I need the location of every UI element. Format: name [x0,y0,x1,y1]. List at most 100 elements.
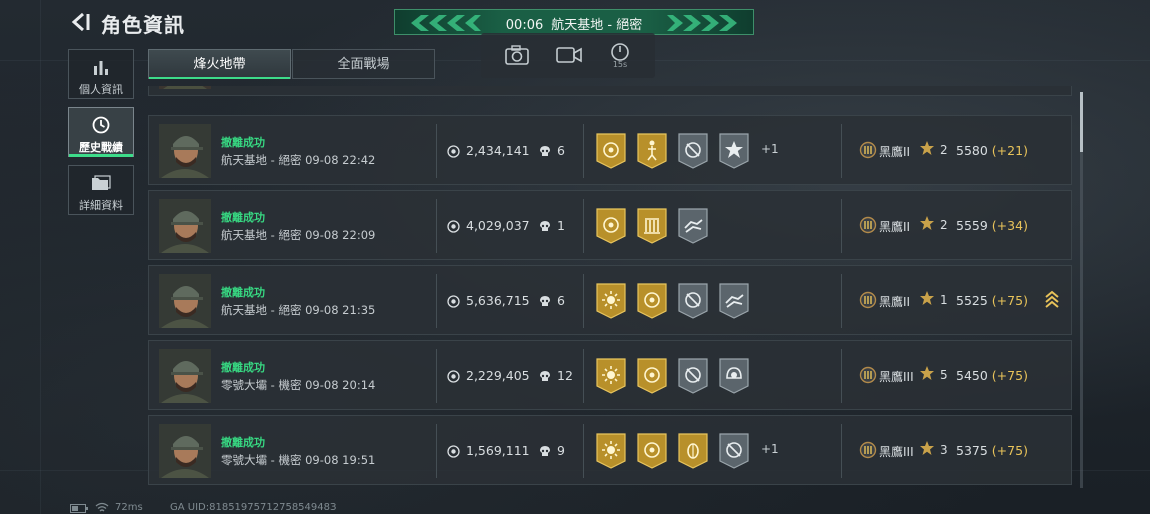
match-map-time: 零號大壩 - 機密 09-08 19:51 [221,453,376,467]
list-item[interactable] [148,86,1072,96]
more-badges[interactable]: +1 [761,442,779,456]
ping-readout: 72ms [115,502,143,513]
gray-helmet-badge-icon[interactable] [718,358,750,394]
skull-icon [540,296,550,306]
gold-pillars-badge-icon[interactable] [636,208,668,244]
match-kills: 12 [539,368,573,383]
star-icon [920,216,934,230]
kills-value: 9 [557,443,565,458]
match-money: 2,229,405 [447,368,530,383]
gold-emblem-badge-icon[interactable] [636,358,668,394]
gray-crosshair-badge-icon[interactable] [718,433,750,469]
coin-icon [447,370,460,383]
score-delta: +21 [996,143,1024,158]
gold-emblem-badge-icon[interactable] [595,208,627,244]
score-value: 5375 [956,443,988,458]
sidebar-item-profile[interactable]: 個人資訊 [68,49,134,99]
gold-emblem-badge-icon[interactable] [636,283,668,319]
timer-icon[interactable] [610,42,630,62]
divider [583,349,584,403]
folder-icon [92,175,111,190]
gold-sun-badge-icon[interactable] [595,433,627,469]
coin-icon [447,220,460,233]
gray-star-badge-icon[interactable] [718,133,750,169]
money-value: 1,569,111 [466,443,530,458]
gold-emblem-badge-icon[interactable] [595,133,627,169]
operator-avatar [159,274,211,328]
gold-sun-badge-icon[interactable] [595,358,627,394]
coin-icon [447,145,460,158]
rank-name: 黑鷹III [879,370,914,384]
match-row[interactable]: 撤離成功 零號大壩 - 機密 09-08 19:51 1,569,111 9 +… [148,415,1072,485]
kills-value: 6 [557,293,565,308]
match-history-list[interactable]: 撤離成功 航天基地 - 絕密 09-08 22:42 2,434,141 6 +… [148,86,1074,490]
match-row[interactable]: 撤離成功 零號大壩 - 機密 09-08 20:14 2,229,405 12 … [148,340,1072,410]
match-kills: 6 [539,143,565,158]
gray-hands-badge-icon[interactable] [677,208,709,244]
divider [841,274,842,328]
coin-icon [447,445,460,458]
match-row[interactable]: 撤離成功 航天基地 - 絕密 09-08 22:09 4,029,037 1 黑… [148,190,1072,260]
sidebar-item-details[interactable]: 詳細資料 [68,165,134,215]
back-arrow-icon[interactable] [68,10,92,34]
gold-emblem-badge-icon[interactable] [636,433,668,469]
divider [436,349,437,403]
match-kills: 9 [539,443,565,458]
divider [436,424,437,478]
rank-insignia-icon [859,291,877,309]
money-value: 5,636,715 [466,293,530,308]
page-title: 角色資訊 [101,13,185,37]
match-row[interactable]: 撤離成功 航天基地 - 絕密 09-08 21:35 5,636,715 6 黑… [148,265,1072,335]
match-status-banner: 00:06 航天基地 - 絕密 [394,9,754,35]
rank-name: 黑鷹II [879,295,911,309]
operator-avatar [159,124,211,178]
match-map-time: 航天基地 - 絕密 09-08 22:42 [221,153,376,167]
score-delta: +75 [996,368,1024,383]
gold-bug-badge-icon[interactable] [677,433,709,469]
rank-score: 5559 (+34) [956,218,1028,233]
video-icon[interactable] [556,45,582,65]
gold-figure-badge-icon[interactable] [636,133,668,169]
score-delta: +34 [996,218,1024,233]
scrollbar-thumb[interactable] [1080,92,1083,152]
score-value: 5525 [956,293,988,308]
sidebar-item-label: 歷史戰績 [79,141,123,154]
media-toolbar: 15s [481,33,655,78]
match-map-time: 航天基地 - 絕密 09-08 22:09 [221,228,376,242]
sidebar-item-history[interactable]: 歷史戰績 [68,107,134,157]
rank-score: 5580 (+21) [956,143,1028,158]
skull-icon [540,146,550,156]
operator-avatar [159,349,211,403]
divider [436,274,437,328]
score-delta: +75 [996,293,1024,308]
bg-gridline [40,0,41,514]
camera-icon[interactable] [505,45,529,65]
star-icon [920,291,934,305]
rank-insignia-icon [859,141,877,159]
gray-hands-badge-icon[interactable] [718,283,750,319]
match-result: 撤離成功 [221,136,265,149]
rank-score: 5375 (+75) [956,443,1028,458]
gold-sun-badge-icon[interactable] [595,283,627,319]
match-result: 撤離成功 [221,436,265,449]
battery-icon [70,504,88,513]
tab-full-battlefield[interactable]: 全面戰場 [292,49,435,79]
match-result: 撤離成功 [221,211,265,224]
match-map-time: 零號大壩 - 機密 09-08 20:14 [221,378,376,392]
match-money: 2,434,141 [447,143,530,158]
kills-value: 6 [557,143,565,158]
gray-crosshair-badge-icon[interactable] [677,358,709,394]
sidebar-item-label: 詳細資料 [79,199,123,212]
tab-operations-zone[interactable]: 烽火地帶 [148,49,291,79]
rank-insignia-icon [859,441,877,459]
gray-crosshair-badge-icon[interactable] [677,283,709,319]
rank-up-chevrons-icon [1045,290,1059,308]
score-value: 5580 [956,143,988,158]
money-value: 2,229,405 [466,368,530,383]
match-row[interactable]: 撤離成功 航天基地 - 絕密 09-08 22:42 2,434,141 6 +… [148,115,1072,185]
gray-crosshair-badge-icon[interactable] [677,133,709,169]
more-badges[interactable]: +1 [761,142,779,156]
score-value: 5450 [956,368,988,383]
timer-label: 15s [612,60,628,69]
rank-name: 黑鷹II [879,145,911,159]
